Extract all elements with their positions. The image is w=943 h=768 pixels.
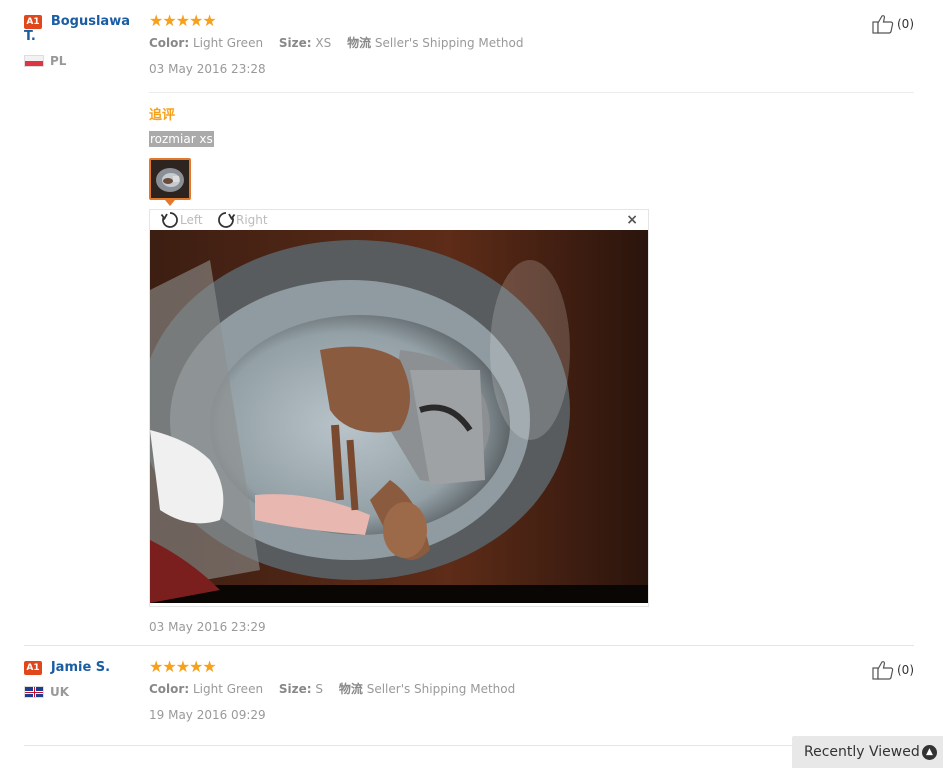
review-item: A1 Jamie S. UK ★★★★★ Color: Light Green … [24, 646, 914, 746]
review-content: ★★★★★ Color: Light Green Size: XS 物流 Sel… [149, 11, 914, 77]
country-code: UK [50, 685, 70, 699]
size-label: Size: [278, 36, 312, 50]
rotate-right-button[interactable]: Right [216, 211, 268, 229]
color-label: Color: [149, 36, 190, 50]
review-photo-thumbnail[interactable] [149, 158, 191, 200]
thumbs-up-icon [872, 661, 894, 680]
like-count: (0) [897, 17, 914, 31]
review-date: 19 May 2016 09:29 [149, 708, 266, 722]
like-count: (0) [897, 663, 914, 677]
recently-viewed-label: Recently Viewed [804, 744, 920, 760]
thumbs-up-icon [872, 15, 894, 34]
logistics-label: 物流 [338, 682, 363, 696]
viewer-toolbar: Left Right × [150, 210, 648, 230]
logistics-label: 物流 [347, 36, 372, 50]
color-value: Light Green [192, 36, 264, 50]
reviewer-name[interactable]: Jamie S. [51, 660, 110, 675]
size-value: XS [315, 36, 332, 50]
followup-title: 追评 [149, 108, 176, 123]
star-rating: ★★★★★ [149, 657, 217, 676]
photo-viewer: Left Right × [149, 209, 649, 607]
divider [149, 92, 914, 93]
reviewer-country: UK [24, 685, 144, 699]
reviewer-country: PL [24, 54, 144, 68]
review-item: A1 Boguslawa T. PL ★★★★★ Color: Light Gr… [24, 0, 914, 646]
star-rating: ★★★★★ [149, 11, 217, 30]
order-attributes: Color: Light Green Size: XS 物流 Seller's … [149, 34, 914, 52]
poland-flag-icon [24, 55, 44, 67]
order-attributes: Color: Light Green Size: S 物流 Seller's S… [149, 680, 914, 698]
thumbnail-pointer [165, 200, 175, 206]
reviewer-info: A1 Boguslawa T. PL [24, 14, 144, 68]
logistics-value: Seller's Shipping Method [374, 36, 524, 50]
close-icon[interactable]: × [626, 212, 638, 228]
rotate-right-icon [218, 212, 236, 228]
rotate-left-button[interactable]: Left [160, 211, 203, 229]
level-badge: A1 [24, 14, 42, 29]
rotate-left-icon [160, 212, 178, 228]
uk-flag-icon [24, 686, 44, 698]
rotate-left-label: Left [180, 213, 203, 227]
like-button[interactable]: (0) [872, 660, 914, 680]
recently-viewed-tab[interactable]: Recently Viewed ▲ [792, 736, 943, 768]
followup-date: 03 May 2016 23:29 [149, 620, 266, 634]
logistics-value: Seller's Shipping Method [366, 682, 516, 696]
size-label: Size: [278, 682, 312, 696]
size-value: S [315, 682, 324, 696]
followup-text: rozmiar xs [149, 131, 214, 147]
chevron-up-icon: ▲ [922, 745, 937, 760]
color-value: Light Green [192, 682, 264, 696]
reviewer-info: A1 Jamie S. UK [24, 660, 144, 699]
color-label: Color: [149, 682, 190, 696]
country-code: PL [50, 54, 67, 68]
review-photo-large [150, 230, 648, 603]
like-button[interactable]: (0) [872, 14, 914, 34]
review-date: 03 May 2016 23:28 [149, 62, 266, 76]
rotate-right-label: Right [236, 213, 268, 227]
level-badge: A1 [24, 660, 42, 675]
review-content: ★★★★★ Color: Light Green Size: S 物流 Sell… [149, 657, 914, 723]
